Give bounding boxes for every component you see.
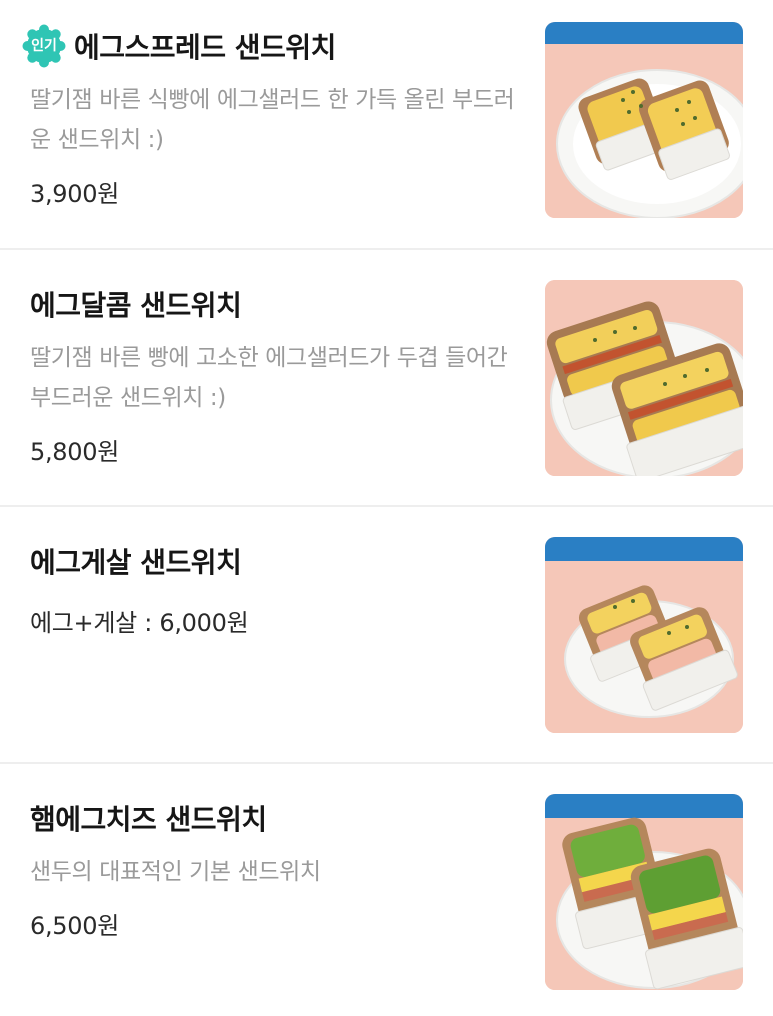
menu-list: 인기 에그스프레드 샌드위치 딸기잼 바른 식빵에 에그샐러드 한 가득 올린 … [0,0,773,1016]
egg-crab-sandwich-photo [545,537,743,733]
menu-item-description: 샌두의 대표적인 기본 샌드위치 [30,859,321,885]
menu-item-name: 햄에그치즈 샌드위치 [30,803,267,836]
menu-item-egg-crab[interactable]: 에그게살 샌드위치 에그+게살 : 6,000원 [0,507,773,764]
menu-item-title-row: 에그게살 샌드위치 [30,537,522,585]
menu-item-text: 에그달콤 샌드위치 딸기잼 바른 빵에 고소한 에그샐러드가 두겹 들어간 부드… [30,280,522,467]
menu-item-price: 에그+게살 : 6,000원 [30,609,249,637]
menu-item-text: 햄에그치즈 샌드위치 샌두의 대표적인 기본 샌드위치 6,500원 [30,794,522,941]
menu-item-egg-sweet[interactable]: 에그달콤 샌드위치 딸기잼 바른 빵에 고소한 에그샐러드가 두겹 들어간 부드… [0,250,773,507]
menu-item-name: 에그달콤 샌드위치 [30,289,242,322]
menu-item-title-row: 인기 에그스프레드 샌드위치 [22,22,522,70]
ham-egg-cheese-sandwich-photo [545,794,743,990]
egg-sweet-sandwich-photo [545,280,743,476]
egg-spread-sandwich-photo [545,22,743,218]
menu-item-text: 에그게살 샌드위치 에그+게살 : 6,000원 [30,537,522,638]
menu-item-description: 딸기잼 바른 빵에 고소한 에그샐러드가 두겹 들어간 부드러운 샌드위치 :) [30,345,508,411]
menu-item-egg-spread[interactable]: 인기 에그스프레드 샌드위치 딸기잼 바른 식빵에 에그샐러드 한 가득 올린 … [0,0,773,250]
menu-item-name: 에그스프레드 샌드위치 [74,31,336,64]
menu-item-ham-egg-cheese[interactable]: 햄에그치즈 샌드위치 샌두의 대표적인 기본 샌드위치 6,500원 [0,764,773,1016]
menu-item-description: 딸기잼 바른 식빵에 에그샐러드 한 가득 올린 부드러운 샌드위치 :) [30,87,515,153]
popular-badge-label: 인기 [31,38,57,54]
popular-badge: 인기 [22,24,66,68]
menu-item-name: 에그게살 샌드위치 [30,546,242,579]
menu-item-text: 인기 에그스프레드 샌드위치 딸기잼 바른 식빵에 에그샐러드 한 가득 올린 … [22,22,522,209]
menu-item-price: 3,900원 [30,180,119,208]
menu-item-price: 6,500원 [30,912,119,940]
menu-item-title-row: 에그달콤 샌드위치 [30,280,522,328]
menu-item-price: 5,800원 [30,438,119,466]
menu-item-title-row: 햄에그치즈 샌드위치 [30,794,522,842]
